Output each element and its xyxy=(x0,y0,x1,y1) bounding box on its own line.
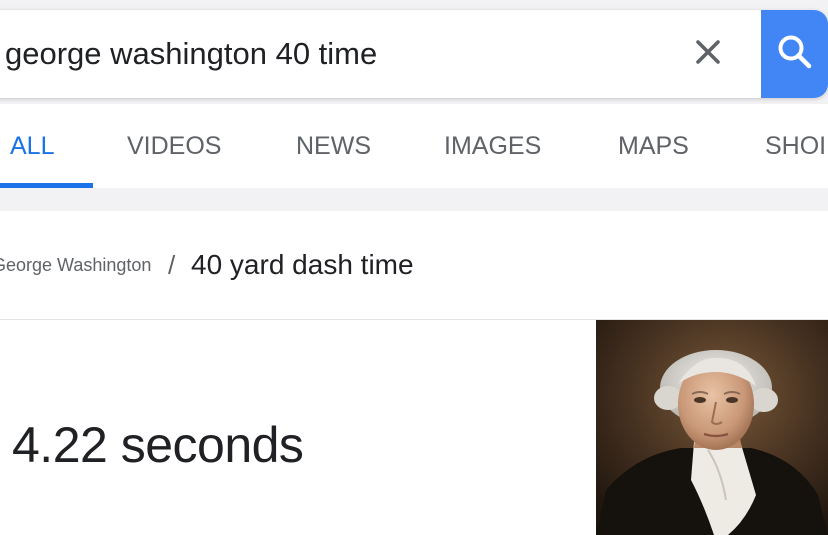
answer-card: 4.22 seconds xyxy=(0,320,828,535)
tab-shopping[interactable]: SHOI xyxy=(765,104,826,188)
breadcrumb-separator: / xyxy=(168,250,176,280)
search-bar xyxy=(0,10,828,98)
breadcrumb: George Washington / 40 yard dash time xyxy=(0,211,828,320)
tab-maps[interactable]: MAPS xyxy=(618,104,689,188)
tab-videos[interactable]: VIDEOS xyxy=(127,104,221,188)
breadcrumb-attribute: 40 yard dash time xyxy=(191,249,414,280)
search-results-page: ALL VIDEOS NEWS IMAGES MAPS SHOI George … xyxy=(0,0,828,535)
active-tab-indicator xyxy=(0,183,93,188)
search-input[interactable] xyxy=(5,10,665,98)
clear-button[interactable] xyxy=(686,32,730,76)
portrait-image[interactable] xyxy=(596,320,828,535)
tab-news[interactable]: NEWS xyxy=(296,104,371,188)
breadcrumb-entity-link[interactable]: George Washington xyxy=(0,211,151,319)
search-button[interactable] xyxy=(761,10,828,98)
answer-value: 4.22 seconds xyxy=(12,417,304,473)
search-tabs: ALL VIDEOS NEWS IMAGES MAPS SHOI xyxy=(0,104,828,188)
search-icon xyxy=(775,32,815,77)
close-icon xyxy=(695,39,721,70)
tab-images[interactable]: IMAGES xyxy=(444,104,541,188)
tab-all[interactable]: ALL xyxy=(10,104,54,188)
